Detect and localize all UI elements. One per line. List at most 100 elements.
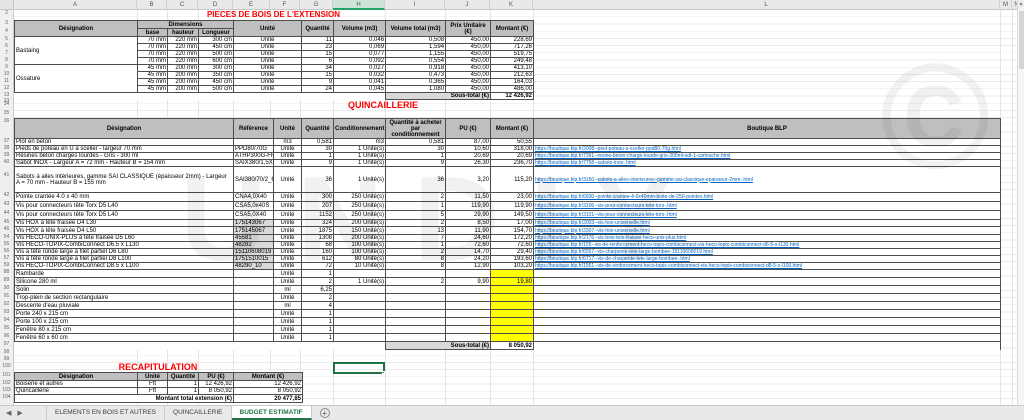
cell-quantite[interactable]: 30 [302, 146, 334, 153]
boutique-link[interactable]: https://boutique.blp.fr/3106--vis-pour-c… [535, 203, 677, 209]
row-number-99[interactable]: 99 [0, 356, 13, 362]
row-number-103[interactable]: 103 [0, 387, 13, 393]
row-number-2[interactable]: 2 [0, 10, 13, 16]
row-number-55[interactable]: 55 [0, 241, 13, 247]
cell-designation[interactable]: Silicone 280 ml [15, 278, 234, 286]
boutique-link[interactable]: https://boutique.blp.fr/2003--vis-hox-un… [535, 220, 650, 226]
cell-volume_total[interactable]: 0,918 [386, 65, 446, 72]
cell-montant[interactable]: 20,69 [491, 153, 534, 160]
cell-conditionnement[interactable]: 10 Unité(s) [334, 263, 386, 270]
cell-hauteur[interactable]: 220 mm [168, 51, 199, 58]
column-header-M[interactable]: M [1000, 0, 1012, 10]
row-number-34[interactable]: 34 [0, 101, 13, 107]
row-number-3[interactable]: 3 [0, 20, 13, 26]
row-number-42[interactable]: 42 [0, 192, 13, 198]
row-number-100[interactable]: 100 [0, 363, 13, 369]
cell-quantite[interactable]: 72 [302, 263, 334, 270]
cell-unite[interactable]: Unité [234, 65, 302, 72]
cell-qte-achat[interactable]: 9 [386, 160, 446, 167]
cell-reference[interactable]: 175143067 [234, 220, 274, 227]
cell-qte-achat[interactable] [386, 310, 446, 318]
cell-base[interactable]: 70 mm [138, 58, 168, 65]
cell-unite[interactable]: Unité [234, 79, 302, 86]
cell-reference[interactable]: 15110608019 [234, 249, 274, 256]
boutique-link[interactable]: https://boutique.blp.fr/6557--vis-charpe… [535, 249, 713, 255]
scrollbar-thumb[interactable] [1019, 11, 1024, 69]
cell-montant[interactable]: 236,70 [491, 160, 534, 167]
cell-montant[interactable]: 212,63 [491, 72, 534, 79]
boutique-link[interactable]: https://boutique.blp.fr/2008--pied-potea… [535, 146, 681, 152]
cell-montant[interactable] [491, 318, 534, 326]
cell-designation[interactable]: Vis HECO-TOPIX-CombiConnect D8.5 x L100 [15, 263, 234, 270]
cell-volume[interactable]: 0,032 [334, 72, 386, 79]
row-number-93[interactable]: 93 [0, 309, 13, 315]
designation-cell[interactable]: Bastaing [15, 37, 138, 65]
cell-unite[interactable]: Unité [274, 334, 302, 342]
cell-montant[interactable] [491, 310, 534, 318]
row-number-11[interactable]: 11 [0, 78, 13, 84]
row-number-40[interactable]: 40 [0, 159, 13, 165]
cell-designation[interactable]: Trop-plein de section rectangulaire [15, 294, 234, 302]
boutique-link[interactable]: https://boutique.blp.fr/1551--vis-de-ren… [535, 263, 802, 269]
cell-designation[interactable]: Vis à tête ronde large à filet partiel D… [15, 249, 234, 256]
cell-volume[interactable]: 0,027 [334, 65, 386, 72]
cell-quantite[interactable]: 6 [302, 58, 334, 65]
cell-unite[interactable]: Unité [274, 310, 302, 318]
cell-unite[interactable]: m3 [274, 139, 302, 146]
cell-montant[interactable]: 413,10 [491, 65, 534, 72]
cell-pu[interactable]: 24,20 [446, 256, 491, 263]
boutique-link[interactable]: https://boutique.blp.fr/3307--vis-hox-un… [535, 228, 650, 234]
cell-quantite[interactable]: 9 [302, 160, 334, 167]
cell-longueur[interactable]: 600 cm [199, 58, 234, 65]
cell-unite[interactable]: Unité [274, 318, 302, 326]
cell-quantite[interactable]: 15 [302, 72, 334, 79]
cell-pu[interactable] [446, 318, 491, 326]
cell-quantite[interactable]: 1308 [302, 235, 334, 242]
cell-designation[interactable]: Fenêtre 60 x 60 cm [15, 334, 234, 342]
cell-volume_total[interactable]: 1,080 [386, 86, 446, 93]
cell-qte-achat[interactable]: 1 [386, 153, 446, 160]
cell-designation[interactable]: Vis pour connecteurs tête Torx D5 L40 [15, 211, 234, 220]
cell-quantite[interactable]: 4 [302, 302, 334, 310]
cell-quantite[interactable]: 2 [302, 294, 334, 302]
cell-quantite[interactable]: 1152 [302, 211, 334, 220]
cell-unite[interactable]: Unité [274, 202, 302, 211]
cell-volume[interactable]: 0,077 [334, 51, 386, 58]
cell-conditionnement[interactable]: 1 Unité(s) [334, 153, 386, 160]
cell-quantite[interactable]: 160 [302, 249, 334, 256]
column-header-I[interactable]: I [385, 0, 445, 10]
cell-conditionnement[interactable]: m3 [334, 139, 386, 146]
cell-conditionnement[interactable]: 1 Unité(s) [334, 278, 386, 286]
cell-montant[interactable]: 486,00 [491, 86, 534, 93]
cell-designation[interactable]: Rambarde [15, 270, 234, 278]
cell-volume[interactable]: 0,092 [334, 58, 386, 65]
cell-longueur[interactable]: 300 cm [199, 37, 234, 44]
cell-designation[interactable]: Plot en béton [15, 139, 234, 146]
cell-quantite[interactable]: 1 [302, 326, 334, 334]
row-number-38[interactable]: 38 [0, 145, 13, 151]
cell-montant[interactable] [491, 326, 534, 334]
cell-reference[interactable]: 175145067 [234, 227, 274, 235]
cell-qte-achat[interactable]: 8 [386, 256, 446, 263]
cell-reference[interactable] [234, 334, 274, 342]
cell-unite[interactable]: Unité [274, 220, 302, 227]
cell-pu[interactable] [446, 270, 491, 278]
boutique-link[interactable]: https://boutique.blp.fr/3101--vis-pour-c… [535, 212, 677, 218]
cell-unite[interactable]: Unité [274, 270, 302, 278]
cell-unite[interactable]: Unité [274, 249, 302, 256]
boutique-link[interactable]: https://boutique.blp.fr/155--vis-de-renf… [535, 242, 799, 248]
cell-qte-achat[interactable] [386, 334, 446, 342]
cell-conditionnement[interactable]: 150 Unité(s) [334, 227, 386, 235]
cell-qte-achat[interactable] [386, 270, 446, 278]
cell-unite[interactable]: Unité [274, 193, 302, 202]
row-number-95[interactable]: 95 [0, 325, 13, 331]
cell-unite[interactable]: Unité [234, 51, 302, 58]
boutique-link[interactable]: https://boutique.blp.fr/2176--vis-bois-t… [535, 235, 686, 241]
cell-montant[interactable] [491, 294, 534, 302]
sheet-tab-elements-en-bois-et-autres[interactable]: ELEMENTS EN BOIS ET AUTRES [46, 406, 165, 420]
cell-conditionnement[interactable]: 250 Unité(s) [334, 202, 386, 211]
boutique-link[interactable]: https://boutique.blp.fr/6930--pointe-cra… [535, 194, 713, 200]
cell-montant[interactable]: 50,55 [491, 139, 534, 146]
cell-unite[interactable]: Unité [274, 326, 302, 334]
cell-pu[interactable] [446, 286, 491, 294]
